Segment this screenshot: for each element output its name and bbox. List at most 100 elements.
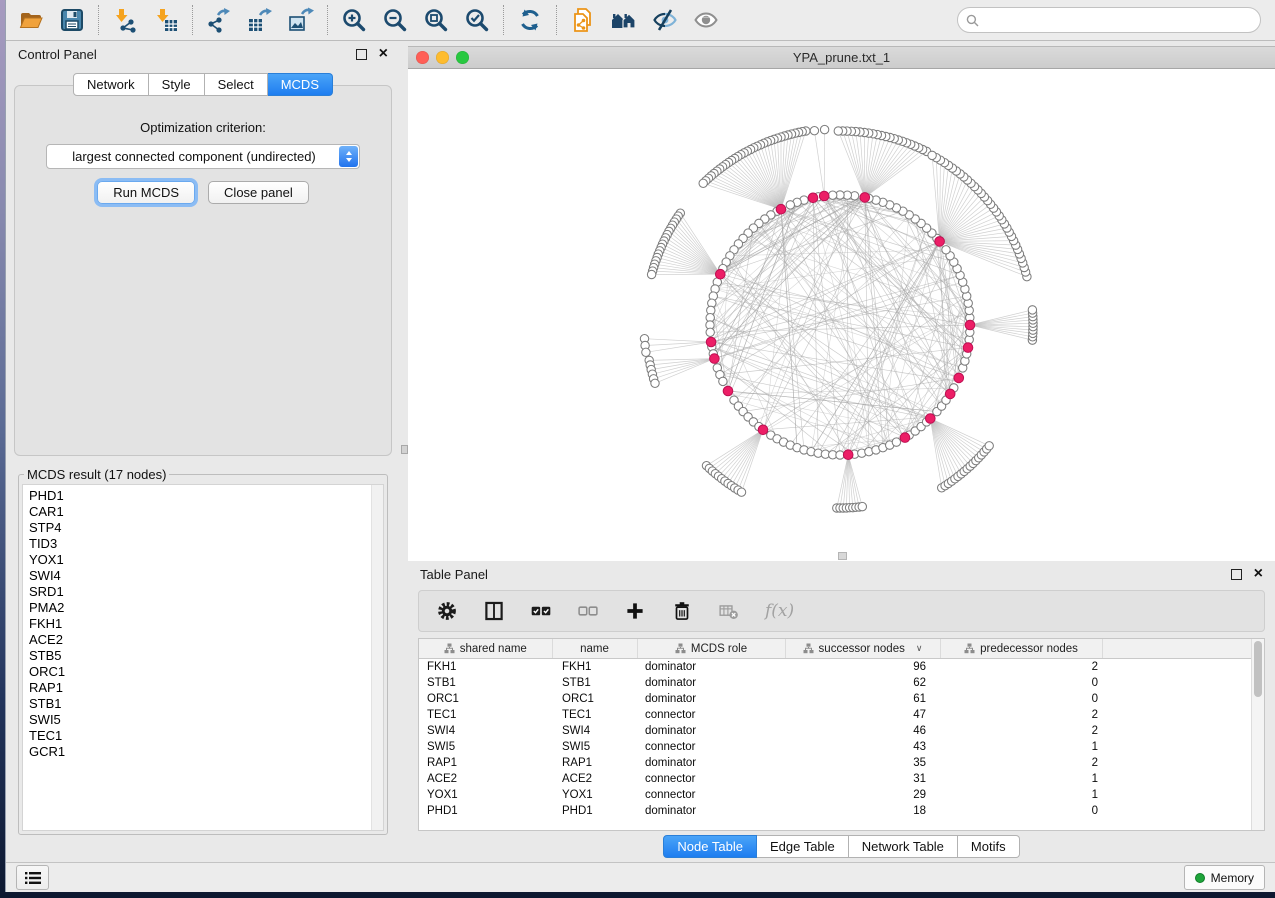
- mcds-result-item[interactable]: TEC1: [29, 728, 383, 744]
- import-table-icon[interactable]: [153, 7, 179, 33]
- mcds-result-item[interactable]: ORC1: [29, 664, 383, 680]
- network-node[interactable]: [858, 502, 866, 510]
- table-row[interactable]: PHD1PHD1dominator180: [419, 803, 1252, 819]
- network-node[interactable]: [942, 246, 950, 254]
- table-tab-edge-table[interactable]: Edge Table: [757, 835, 849, 858]
- network-node[interactable]: [719, 377, 727, 385]
- memory-button[interactable]: Memory: [1184, 865, 1265, 890]
- show-columns-icon[interactable]: [483, 600, 505, 622]
- table-row[interactable]: SWI4SWI4dominator462: [419, 723, 1252, 739]
- horizontal-splitter-handle[interactable]: [838, 552, 847, 560]
- column-header-shared-name[interactable]: shared name: [419, 639, 552, 659]
- network-node[interactable]: [737, 488, 745, 496]
- function-builder-icon[interactable]: f(x): [765, 601, 794, 621]
- mcds-node[interactable]: [758, 425, 768, 435]
- hide-graphics-details-icon[interactable]: [652, 7, 678, 33]
- mcds-node[interactable]: [843, 450, 853, 460]
- table-row[interactable]: TEC1TEC1connector472: [419, 707, 1252, 723]
- network-node[interactable]: [651, 379, 659, 387]
- network-node[interactable]: [642, 348, 650, 356]
- tab-select[interactable]: Select: [205, 73, 268, 96]
- tab-network[interactable]: Network: [73, 73, 149, 96]
- mcds-result-item[interactable]: SWI4: [29, 568, 383, 584]
- open-file-icon[interactable]: [18, 7, 44, 33]
- run-mcds-button[interactable]: Run MCDS: [97, 181, 195, 204]
- mcds-result-item[interactable]: PMA2: [29, 600, 383, 616]
- mcds-node[interactable]: [926, 414, 936, 424]
- table-row[interactable]: STB1STB1dominator620: [419, 675, 1252, 691]
- mcds-result-item[interactable]: ACE2: [29, 632, 383, 648]
- export-network-icon[interactable]: [206, 7, 232, 33]
- mcds-node[interactable]: [716, 269, 726, 279]
- float-panel-icon[interactable]: [356, 49, 367, 60]
- mcds-result-item[interactable]: PHD1: [29, 488, 383, 504]
- network-canvas[interactable]: [408, 69, 1275, 561]
- network-node[interactable]: [1028, 306, 1036, 314]
- mcds-node[interactable]: [706, 337, 716, 347]
- mcds-node[interactable]: [935, 237, 945, 247]
- network-node[interactable]: [647, 270, 655, 278]
- network-overview-icon[interactable]: [611, 7, 637, 33]
- table-scrollbar-thumb[interactable]: [1254, 641, 1262, 697]
- mcds-result-item[interactable]: STB1: [29, 696, 383, 712]
- mcds-result-item[interactable]: STP4: [29, 520, 383, 536]
- zoom-out-icon[interactable]: [382, 7, 408, 33]
- table-row[interactable]: RAP1RAP1dominator352: [419, 755, 1252, 771]
- table-tab-network-table[interactable]: Network Table: [849, 835, 958, 858]
- export-table-icon[interactable]: [247, 7, 273, 33]
- unselect-all-checkbox-icon[interactable]: [577, 600, 599, 622]
- close-panel-button[interactable]: Close panel: [208, 181, 309, 204]
- table-row[interactable]: FKH1FKH1dominator962: [419, 659, 1252, 676]
- search-input[interactable]: [984, 12, 1252, 28]
- zoom-selected-icon[interactable]: [464, 7, 490, 33]
- mcds-result-item[interactable]: YOX1: [29, 552, 383, 568]
- network-node[interactable]: [892, 438, 900, 446]
- mcds-result-item[interactable]: STB5: [29, 648, 383, 664]
- mcds-result-item[interactable]: GCR1: [29, 744, 383, 760]
- table-settings-icon[interactable]: [436, 600, 458, 622]
- table-row[interactable]: YOX1YOX1connector291: [419, 787, 1252, 803]
- tab-style[interactable]: Style: [149, 73, 205, 96]
- mcds-node[interactable]: [965, 320, 975, 330]
- maximize-window-icon[interactable]: [456, 51, 469, 64]
- table-scrollbar[interactable]: [1251, 639, 1264, 830]
- network-node[interactable]: [810, 127, 818, 135]
- network-node[interactable]: [985, 442, 993, 450]
- optimization-criterion-select[interactable]: largest connected component (undirected): [46, 144, 360, 169]
- column-header-successor-nodes[interactable]: successor nodes∨: [785, 639, 940, 659]
- mcds-node[interactable]: [945, 389, 955, 399]
- show-graphics-details-icon[interactable]: [693, 7, 719, 33]
- import-network-icon[interactable]: [112, 7, 138, 33]
- mcds-node[interactable]: [776, 204, 786, 214]
- column-header-predecessor-nodes[interactable]: predecessor nodes: [940, 639, 1102, 659]
- table-row[interactable]: ACE2ACE2connector311: [419, 771, 1252, 787]
- mcds-result-item[interactable]: RAP1: [29, 680, 383, 696]
- table-row[interactable]: ORC1ORC1dominator610: [419, 691, 1252, 707]
- refresh-network-icon[interactable]: [517, 7, 543, 33]
- network-node[interactable]: [928, 151, 936, 159]
- mcds-result-item[interactable]: CAR1: [29, 504, 383, 520]
- mcds-result-item[interactable]: SRD1: [29, 584, 383, 600]
- float-table-panel-icon[interactable]: [1231, 569, 1242, 580]
- network-node[interactable]: [706, 328, 714, 336]
- tab-mcds[interactable]: MCDS: [268, 73, 333, 96]
- minimize-window-icon[interactable]: [436, 51, 449, 64]
- zoom-fit-icon[interactable]: [423, 7, 449, 33]
- splitter-handle-icon[interactable]: [401, 445, 408, 454]
- mcds-result-item[interactable]: FKH1: [29, 616, 383, 632]
- network-node[interactable]: [699, 179, 707, 187]
- table-tab-motifs[interactable]: Motifs: [958, 835, 1020, 858]
- save-session-icon[interactable]: [59, 7, 85, 33]
- mcds-node[interactable]: [723, 386, 733, 396]
- mcds-node[interactable]: [900, 433, 910, 443]
- mcds-node[interactable]: [860, 193, 870, 203]
- column-header-MCDS-role[interactable]: MCDS role: [637, 639, 785, 659]
- table-row[interactable]: SWI5SWI5connector431: [419, 739, 1252, 755]
- vertical-splitter[interactable]: [400, 41, 408, 862]
- mcds-result-item[interactable]: SWI5: [29, 712, 383, 728]
- select-all-checkbox-icon[interactable]: [530, 600, 552, 622]
- task-history-button[interactable]: [16, 865, 49, 890]
- close-panel-icon[interactable]: ×: [379, 48, 388, 60]
- mcds-result-item[interactable]: TID3: [29, 536, 383, 552]
- network-view[interactable]: [408, 69, 1275, 561]
